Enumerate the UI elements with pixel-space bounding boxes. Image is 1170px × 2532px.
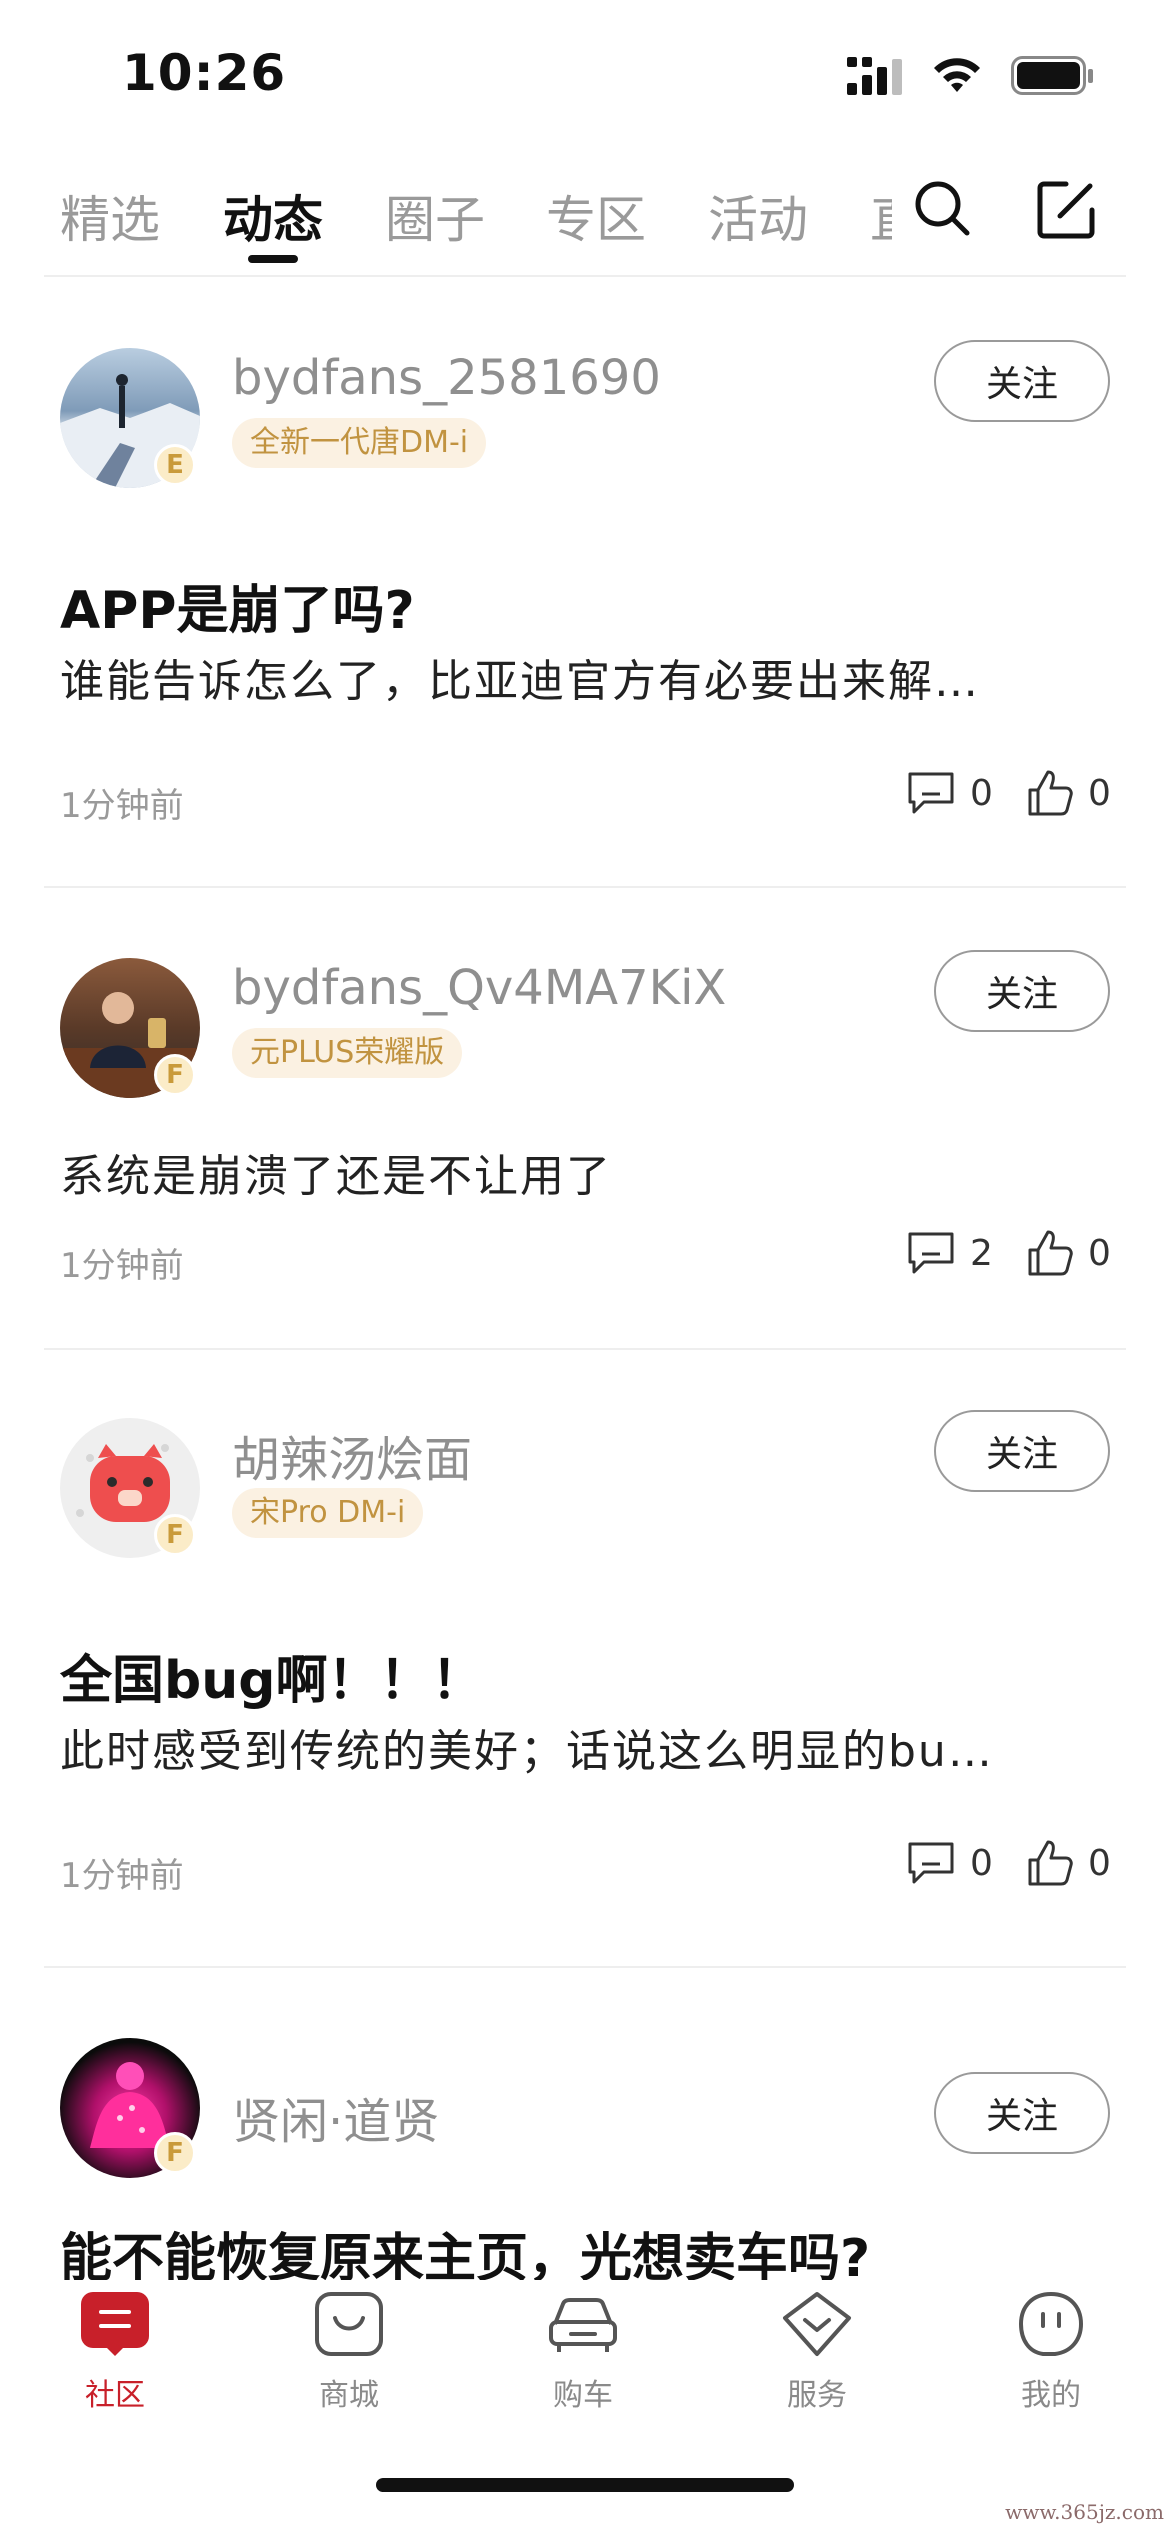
compose-icon[interactable] [1036, 178, 1098, 240]
post-time: 1分钟前 [60, 1246, 184, 1286]
bottom-tab-community[interactable]: 社区 [40, 2290, 190, 2414]
comment-count: 2 [970, 1232, 993, 1274]
comment-icon [908, 1232, 954, 1274]
thumbs-up-icon [1028, 770, 1073, 816]
bottom-tab-label: 服务 [787, 2378, 847, 2413]
top-divider [44, 275, 1126, 277]
post-divider [44, 1348, 1126, 1350]
like-button[interactable]: 0 [1026, 1838, 1111, 1888]
bottom-tab-label: 商城 [319, 2378, 379, 2413]
wifi-icon [934, 58, 980, 92]
active-tab-indicator [248, 255, 298, 263]
post-body[interactable]: 谁能告诉怎么了，比亚迪官方有必要出来解… [60, 645, 980, 709]
app-screen: 10:26 精选 动态 圈子 专区 活动 E bydfans_2581690 全… [0, 0, 1170, 2532]
car-model-tag[interactable]: 全新一代唐DM-i [232, 418, 487, 468]
car-model-tag[interactable]: 宋Pro DM-i [232, 1488, 424, 1538]
follow-button[interactable]: 关注 [934, 1410, 1110, 1492]
car-model-tag[interactable]: 元PLUS荣耀版 [232, 1028, 463, 1078]
car-icon [549, 2298, 617, 2352]
post-time: 1分钟前 [60, 786, 184, 826]
post-body[interactable]: 此时感受到传统的美好；话说这么明显的bu… [60, 1715, 994, 1779]
username[interactable]: 胡辣汤烩面 [232, 1420, 472, 1490]
username[interactable]: 贤闲·道贤 [232, 2082, 439, 2152]
level-badge: F [154, 1054, 196, 1096]
bottom-tab-buy-car[interactable]: 购车 [508, 2290, 658, 2414]
comment-button[interactable]: 0 [906, 770, 993, 816]
comment-count: 0 [970, 1842, 993, 1884]
username[interactable]: bydfans_Qv4MA7KiX [232, 960, 726, 1016]
status-time: 10:26 [122, 44, 287, 102]
follow-button[interactable]: 关注 [934, 2072, 1110, 2154]
service-icon [783, 2292, 851, 2356]
comment-button[interactable]: 2 [906, 1230, 993, 1276]
tab-circles[interactable]: 圈子 [385, 180, 485, 252]
follow-button[interactable]: 关注 [934, 340, 1110, 422]
comment-icon [908, 1842, 954, 1884]
comment-count: 0 [970, 772, 993, 814]
level-badge: F [154, 2132, 196, 2174]
bottom-tab-shop[interactable]: 商城 [274, 2290, 424, 2414]
comment-icon [908, 772, 954, 814]
post-title[interactable]: 全国bug啊！！！ [60, 1638, 483, 1713]
tab-zones[interactable]: 专区 [546, 180, 646, 252]
status-bar: 10:26 [0, 0, 1170, 150]
like-count: 0 [1088, 772, 1111, 814]
tab-activities[interactable]: 活动 [708, 180, 808, 252]
bottom-tab-label: 社区 [85, 2378, 145, 2413]
search-icon[interactable] [912, 178, 972, 238]
profile-icon [1018, 2291, 1084, 2356]
username[interactable]: bydfans_2581690 [232, 350, 661, 406]
post-time: 1分钟前 [60, 1856, 184, 1896]
comment-button[interactable]: 0 [906, 1840, 993, 1886]
post-title[interactable]: APP是崩了吗? [60, 568, 415, 643]
like-count: 0 [1088, 1232, 1111, 1274]
like-button[interactable]: 0 [1026, 768, 1111, 818]
bottom-tab-label: 购车 [553, 2378, 613, 2413]
top-tab-bar: 精选 动态 圈子 专区 活动 直 [0, 170, 1170, 280]
thumbs-up-icon [1028, 1840, 1073, 1886]
tab-more-clipped[interactable]: 直 [870, 180, 892, 240]
level-badge: F [154, 1514, 196, 1556]
post-divider [44, 886, 1126, 888]
post-divider [44, 1966, 1126, 1968]
tab-featured[interactable]: 精选 [60, 180, 160, 252]
shop-icon [315, 2292, 383, 2356]
status-icons [847, 56, 1095, 96]
follow-button[interactable]: 关注 [934, 950, 1110, 1032]
level-badge: E [154, 444, 196, 486]
bottom-tab-label: 我的 [1021, 2378, 1081, 2413]
watermark: www.365jz.com [1005, 2500, 1164, 2524]
community-icon [81, 2292, 149, 2356]
bottom-tab-bar: 社区 商城 购车 服务 我的 [0, 2280, 1170, 2413]
cellular-signal-icon [847, 57, 902, 95]
like-count: 0 [1088, 1842, 1111, 1884]
thumbs-up-icon [1028, 1230, 1073, 1276]
home-indicator[interactable] [376, 2478, 794, 2492]
bottom-tab-service[interactable]: 服务 [742, 2290, 892, 2414]
tab-dynamic[interactable]: 动态 [223, 180, 323, 252]
battery-icon [1011, 56, 1093, 95]
post-body[interactable]: 系统是崩溃了还是不让用了 [60, 1140, 612, 1204]
like-button[interactable]: 0 [1026, 1228, 1111, 1278]
bottom-tab-profile[interactable]: 我的 [976, 2290, 1126, 2414]
